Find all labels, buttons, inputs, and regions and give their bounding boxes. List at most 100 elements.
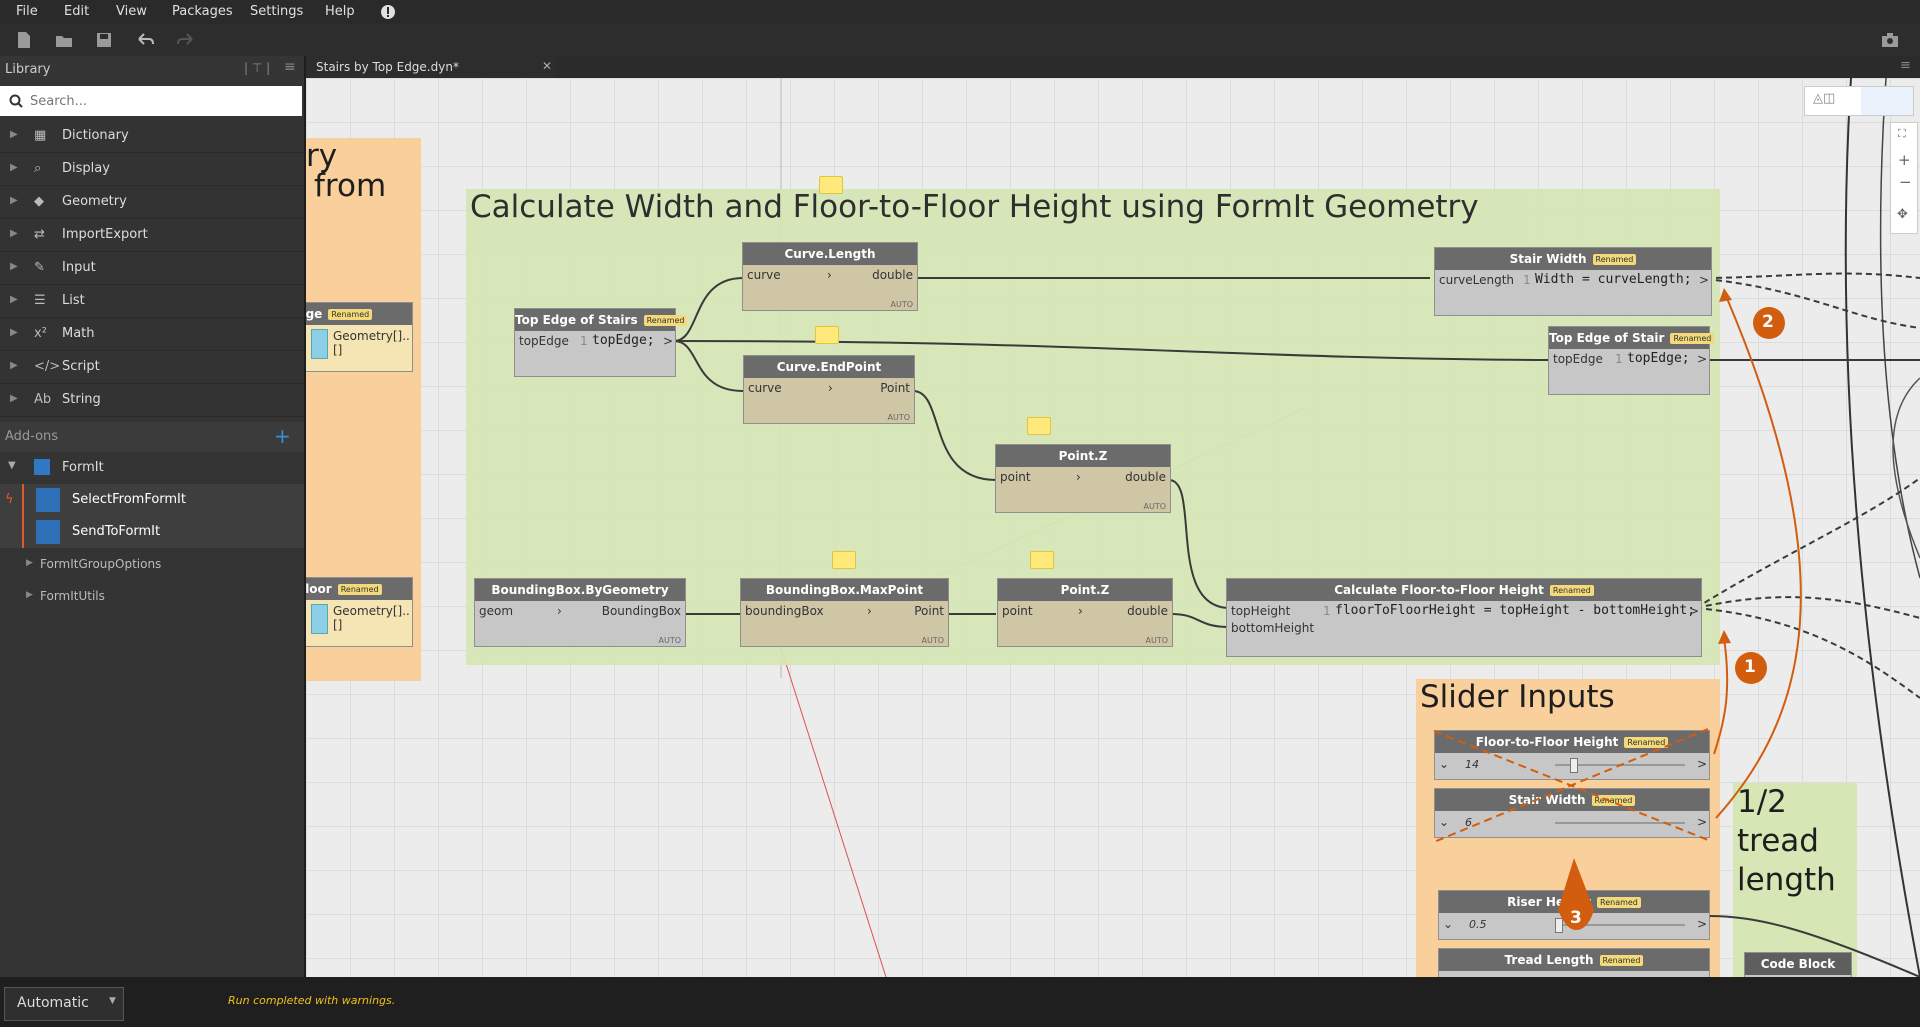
library-layout-icon[interactable]: | ⊤ | bbox=[244, 61, 270, 75]
geometry-icon: ◆ bbox=[34, 194, 44, 209]
category-list[interactable]: ▶ ☰ List bbox=[0, 285, 304, 318]
library-item-label: SelectFromFormIt bbox=[72, 492, 186, 507]
menu-help[interactable]: Help bbox=[325, 4, 355, 19]
notification-icon[interactable] bbox=[380, 4, 396, 20]
expand-arrow-icon: ▶ bbox=[10, 129, 18, 140]
formit-icon bbox=[34, 459, 50, 475]
save-icon[interactable] bbox=[94, 30, 114, 50]
string-icon: Ab bbox=[34, 392, 52, 407]
expand-arrow-icon: ▶ bbox=[26, 590, 33, 600]
search-icon bbox=[9, 94, 23, 108]
dictionary-icon: ▦ bbox=[34, 128, 47, 143]
arrowhead bbox=[1719, 288, 1732, 302]
library-item-sendtoformit[interactable]: SendToFormIt bbox=[0, 516, 304, 548]
category-label: Input bbox=[62, 260, 96, 275]
importexport-icon: ⇄ bbox=[34, 227, 45, 242]
search-input[interactable] bbox=[28, 90, 292, 112]
annotation-arrow bbox=[1715, 295, 1802, 819]
tab-stairs-by-top-edge[interactable]: Stairs by Top Edge.dyn* ✕ bbox=[306, 56, 556, 80]
library-search[interactable] bbox=[0, 86, 302, 116]
status-bar: Automatic ▼ Run completed with warnings. bbox=[0, 977, 1920, 1027]
undo-icon[interactable] bbox=[135, 30, 155, 50]
category-label: Script bbox=[62, 359, 100, 374]
formit-group[interactable]: ▼ FormIt bbox=[0, 453, 304, 483]
expand-arrow-icon: ▶ bbox=[10, 162, 18, 173]
arrowhead bbox=[1718, 630, 1731, 644]
category-label: Display bbox=[62, 161, 110, 176]
run-mode-select[interactable]: Automatic ▼ bbox=[4, 987, 124, 1021]
input-icon: ✎ bbox=[34, 260, 45, 275]
subgroup-formitgroupoptions[interactable]: ▶ FormItGroupOptions bbox=[0, 550, 304, 580]
lightning-icon: ϟ bbox=[5, 492, 14, 507]
expand-arrow-icon: ▶ bbox=[10, 327, 18, 338]
formit-label: FormIt bbox=[62, 460, 104, 475]
toolbar bbox=[0, 24, 1920, 57]
category-label: String bbox=[62, 392, 101, 407]
category-geometry[interactable]: ▶ ◆ Geometry bbox=[0, 186, 304, 219]
math-icon: x² bbox=[34, 326, 47, 341]
close-icon[interactable]: ✕ bbox=[542, 59, 552, 73]
menu-file[interactable]: File bbox=[16, 4, 38, 19]
library-title: Library bbox=[5, 62, 51, 77]
library-menu-icon[interactable]: ≡ bbox=[284, 59, 296, 75]
category-input[interactable]: ▶ ✎ Input bbox=[0, 252, 304, 285]
tab-menu-icon[interactable]: ≡ bbox=[1900, 58, 1911, 73]
menu-view[interactable]: View bbox=[116, 4, 147, 19]
script-icon: </> bbox=[34, 359, 61, 374]
geometry-view-icon[interactable]: ◬◫ bbox=[1813, 91, 1835, 106]
subgroup-label: FormItGroupOptions bbox=[40, 557, 162, 571]
zoom-controls: ⛶ + − ✥ bbox=[1890, 122, 1918, 234]
collapse-arrow-icon: ▼ bbox=[8, 460, 16, 471]
expand-arrow-icon: ▶ bbox=[26, 558, 33, 568]
select-from-formit-icon bbox=[36, 488, 60, 512]
strike-line bbox=[1433, 728, 1709, 843]
new-file-icon[interactable] bbox=[14, 30, 34, 50]
camera-icon[interactable] bbox=[1880, 30, 1900, 50]
category-math[interactable]: ▶ x² Math bbox=[0, 318, 304, 351]
category-string[interactable]: ▶ Ab String bbox=[0, 384, 304, 417]
callout-number: 3 bbox=[1570, 908, 1582, 928]
view-toggle[interactable]: ◬◫ bbox=[1804, 86, 1914, 116]
menu-packages[interactable]: Packages bbox=[172, 4, 233, 19]
library-panel: Library | ⊤ | ≡ ▶ ▦ Dictionary ▶ ⌕ Display ▶… bbox=[0, 56, 306, 977]
library-header: Library | ⊤ | ≡ bbox=[0, 56, 304, 84]
tree-line bbox=[22, 516, 24, 548]
category-label: Dictionary bbox=[62, 128, 129, 143]
menu-settings[interactable]: Settings bbox=[250, 4, 303, 19]
expand-arrow-icon: ▶ bbox=[10, 393, 18, 404]
pan-icon[interactable]: ✥ bbox=[1897, 207, 1908, 222]
expand-arrow-icon: ▶ bbox=[10, 228, 18, 239]
category-display[interactable]: ▶ ⌕ Display bbox=[0, 153, 304, 186]
category-label: Math bbox=[62, 326, 95, 341]
addons-label: Add-ons bbox=[5, 429, 59, 444]
tab-label: Stairs by Top Edge.dyn* bbox=[316, 60, 459, 74]
expand-arrow-icon: ▶ bbox=[10, 195, 18, 206]
tab-bar: Stairs by Top Edge.dyn* ✕ ≡ bbox=[306, 56, 1920, 80]
annotation-arrow bbox=[1713, 637, 1729, 755]
zoom-in-icon[interactable]: + bbox=[1898, 151, 1911, 169]
graph-view-icon[interactable] bbox=[1861, 87, 1913, 115]
callout-number: 2 bbox=[1762, 312, 1774, 332]
run-status-message: Run completed with warnings. bbox=[228, 994, 396, 1007]
category-dictionary[interactable]: ▶ ▦ Dictionary bbox=[0, 120, 304, 153]
library-item-label: SendToFormIt bbox=[72, 524, 161, 539]
run-mode-value: Automatic bbox=[17, 995, 89, 1011]
list-icon: ☰ bbox=[34, 293, 46, 308]
tree-line bbox=[22, 484, 24, 516]
menu-edit[interactable]: Edit bbox=[64, 4, 89, 19]
fit-view-icon[interactable]: ⛶ bbox=[1898, 127, 1906, 141]
category-script[interactable]: ▶ </> Script bbox=[0, 351, 304, 384]
library-item-selectfromformit[interactable]: ϟ SelectFromFormIt bbox=[0, 484, 304, 516]
open-file-icon[interactable] bbox=[54, 30, 74, 50]
redo-icon[interactable] bbox=[176, 30, 196, 50]
menu-bar: File Edit View Packages Settings Help bbox=[0, 0, 1920, 24]
zoom-out-icon[interactable]: − bbox=[1899, 173, 1912, 191]
expand-arrow-icon: ▶ bbox=[10, 294, 18, 305]
addons-header: Add-ons + bbox=[0, 422, 304, 452]
subgroup-formitutils[interactable]: ▶ FormItUtils bbox=[0, 582, 304, 612]
graph-canvas[interactable]: ry from dgeRenamed Geometry[]..[] FloorR… bbox=[306, 78, 1920, 977]
category-label: Geometry bbox=[62, 194, 127, 209]
add-icon[interactable]: + bbox=[274, 424, 291, 448]
annotation-layer bbox=[1433, 288, 1802, 930]
category-importexport[interactable]: ▶ ⇄ ImportExport bbox=[0, 219, 304, 252]
